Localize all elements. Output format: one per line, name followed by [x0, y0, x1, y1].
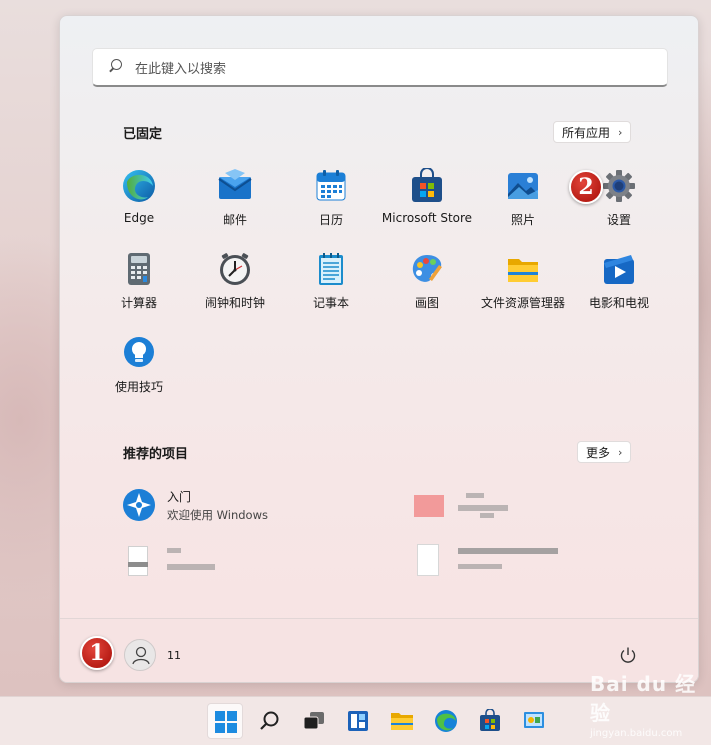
recommended-item-redacted[interactable]: [412, 487, 528, 523]
start-menu: 在此键入以搜索 已固定 所有应用 › Edge 邮件 日历 Microsoft …: [59, 15, 699, 683]
pinned-app-edge[interactable]: Edge: [91, 166, 187, 236]
pinned-app-tips[interactable]: 使用技巧: [91, 333, 187, 403]
pinned-app-paint[interactable]: 画图: [379, 249, 475, 319]
folder-icon: [391, 713, 413, 730]
user-avatar[interactable]: [124, 639, 156, 671]
search-icon: [260, 711, 279, 730]
widgets-button[interactable]: [340, 703, 376, 739]
redacted-text: [458, 544, 568, 580]
app-label: 计算器: [120, 296, 157, 310]
chevron-right-icon: ›: [618, 125, 623, 139]
pinned-app-calculator[interactable]: 计算器: [91, 249, 187, 319]
pinned-title: 已固定: [123, 127, 163, 142]
store-icon: [480, 709, 500, 731]
pinned-app-notepad[interactable]: 记事本: [283, 249, 379, 319]
app-label: 记事本: [312, 296, 349, 310]
paint-icon: [409, 251, 445, 287]
app-label: 电影和电视: [588, 296, 649, 310]
taskbar-control-panel[interactable]: [516, 703, 552, 739]
widgets-icon: [348, 711, 368, 731]
photos-icon: [505, 168, 541, 204]
all-apps-button[interactable]: 所有应用 ›: [553, 121, 632, 143]
taskbar-search-button[interactable]: [252, 703, 288, 739]
clock-icon: [217, 251, 253, 287]
pinned-app-store[interactable]: Microsoft Store: [379, 166, 475, 236]
app-label: 画图: [414, 296, 439, 310]
file-icon: [121, 544, 157, 580]
redacted-text: [167, 544, 237, 580]
folder-icon: [505, 251, 541, 287]
pinned-app-mail[interactable]: 邮件: [187, 166, 283, 236]
rec-item-subtitle: 欢迎使用 Windows: [167, 507, 268, 522]
annotation-marker-1: 1: [80, 636, 114, 670]
store-icon: [409, 167, 445, 204]
more-label: 更多: [586, 445, 611, 460]
power-button[interactable]: [618, 645, 638, 665]
redacted-text: [458, 487, 528, 523]
recommended-item-redacted[interactable]: [121, 544, 237, 580]
file-icon: [412, 544, 448, 580]
app-label: 照片: [510, 213, 535, 227]
notepad-icon: [313, 251, 349, 287]
watermark-line2: jingyan.baidu.com: [590, 728, 683, 739]
control-panel-icon: [524, 712, 544, 728]
edge-icon: [435, 710, 457, 732]
start-button[interactable]: [207, 703, 243, 739]
windows-logo-icon: [215, 711, 237, 733]
pinned-app-photos[interactable]: 照片: [475, 166, 571, 236]
app-label: 邮件: [222, 213, 247, 227]
tips-icon: [121, 335, 157, 371]
recommended-item-redacted[interactable]: [412, 544, 568, 580]
app-label: 设置: [606, 213, 631, 227]
search-input[interactable]: 在此键入以搜索: [92, 48, 668, 87]
pinned-app-calendar[interactable]: 日历: [283, 166, 379, 236]
calendar-icon: [313, 168, 349, 204]
annotation-marker-2: 2: [569, 170, 603, 204]
taskbar-edge[interactable]: [428, 703, 464, 739]
taskbar-file-explorer[interactable]: [384, 703, 420, 739]
task-view-button[interactable]: [296, 703, 332, 739]
all-apps-label: 所有应用: [562, 125, 611, 140]
file-icon: [412, 487, 448, 523]
watermark-line1: Bai du 经验: [590, 672, 697, 725]
get-started-icon: [121, 487, 157, 523]
app-label: Edge: [123, 211, 155, 225]
more-button[interactable]: 更多 ›: [577, 441, 632, 463]
pinned-app-file-explorer[interactable]: 文件资源管理器: [475, 249, 571, 319]
taskbar-store[interactable]: [472, 703, 508, 739]
recommended-item-get-started[interactable]: 入门 欢迎使用 Windows: [121, 487, 268, 523]
baidu-watermark: Bai du 经验 jingyan.baidu.com: [590, 668, 700, 739]
pinned-app-movies[interactable]: 电影和电视: [571, 249, 667, 319]
movies-icon: [601, 251, 637, 287]
recommended-title: 推荐的项目: [123, 447, 189, 462]
search-icon: [107, 58, 125, 76]
calculator-icon: [121, 251, 157, 287]
person-icon: [132, 646, 150, 665]
settings-icon: [601, 168, 637, 204]
username[interactable]: 11: [167, 649, 181, 662]
power-icon: [620, 647, 636, 663]
app-label: 日历: [318, 213, 343, 227]
chevron-right-icon: ›: [618, 445, 623, 459]
app-label: 闹钟和时钟: [204, 296, 265, 310]
rec-item-name: 入门: [167, 489, 192, 504]
mail-icon: [217, 168, 253, 204]
app-label: 使用技巧: [114, 380, 163, 394]
task-view-icon: [303, 712, 324, 730]
app-label: Microsoft Store: [381, 211, 473, 225]
search-placeholder: 在此键入以搜索: [135, 61, 227, 77]
edge-icon: [121, 168, 157, 204]
app-label: 文件资源管理器: [480, 296, 565, 310]
pinned-app-clock[interactable]: 闹钟和时钟: [187, 249, 283, 319]
